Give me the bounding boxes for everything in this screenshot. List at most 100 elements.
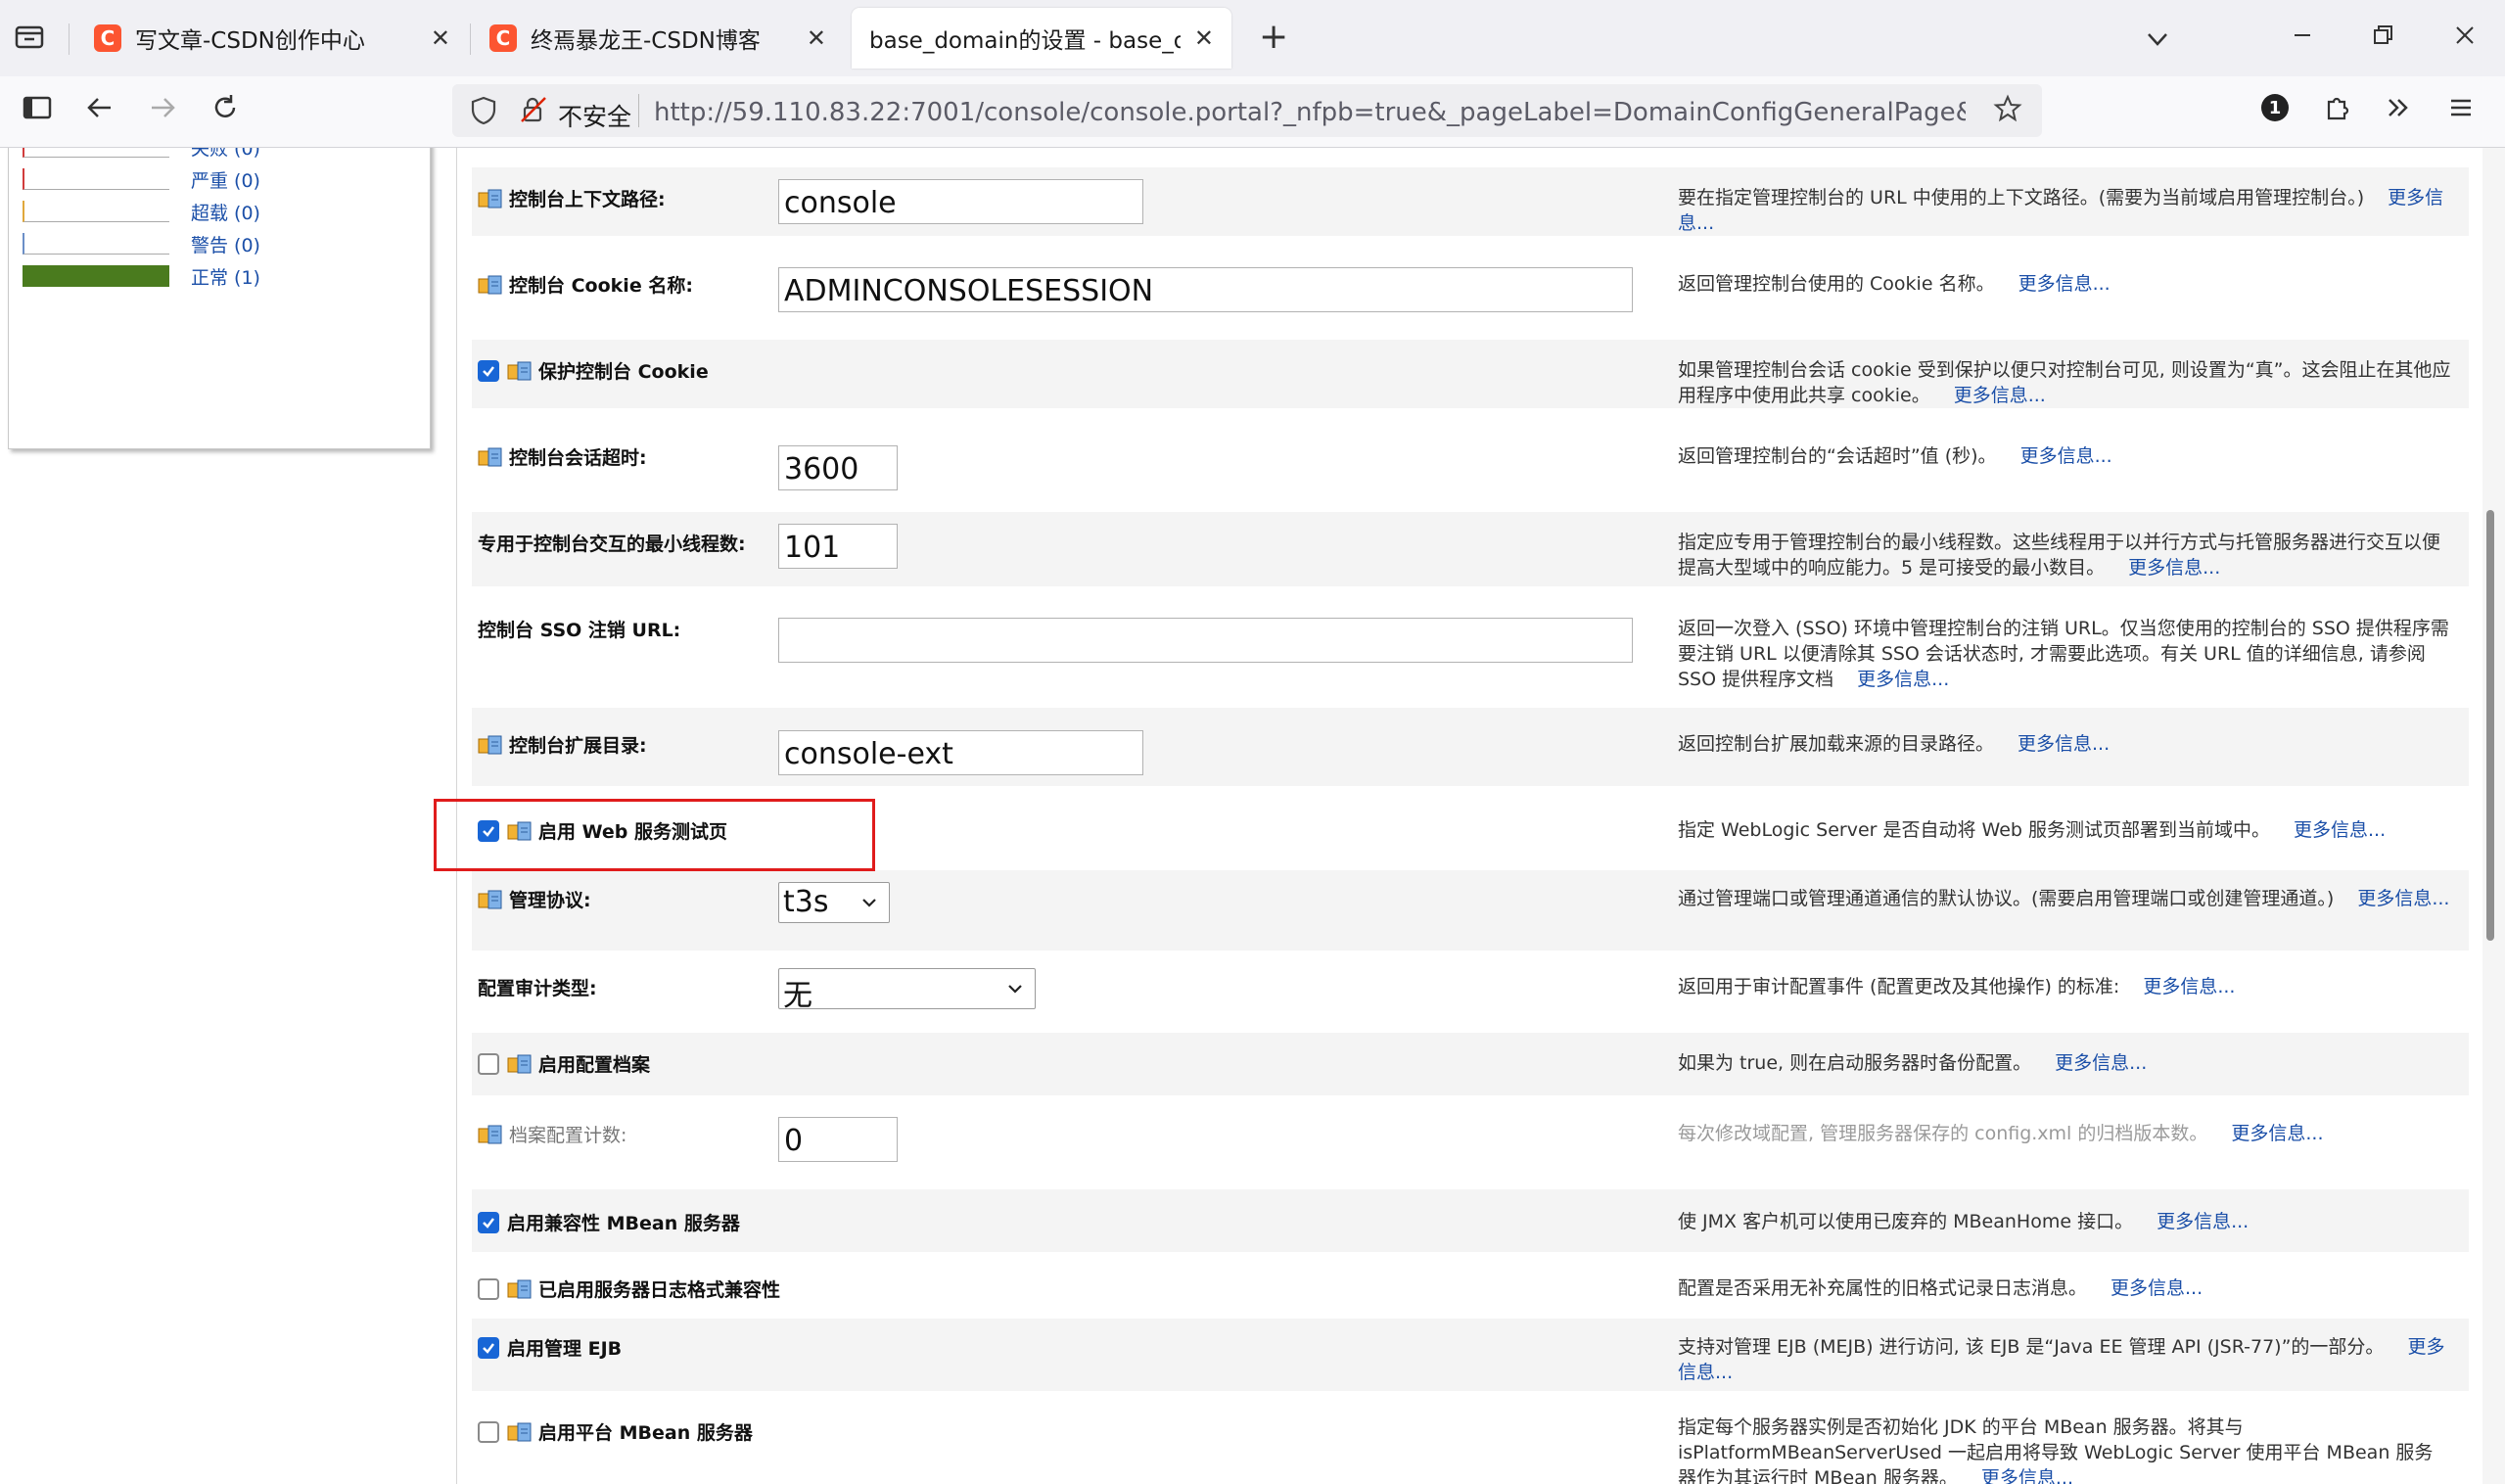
console-cookie-name-input[interactable]: ADMINCONSOLESESSION bbox=[778, 267, 1633, 312]
setting-row: 已启用服务器日志格式兼容性 配置是否采用无补充属性的旧格式记录日志消息。 更多信息… bbox=[472, 1258, 2469, 1317]
sso-logout-url-input[interactable] bbox=[778, 618, 1633, 663]
select-value: t3s bbox=[783, 885, 829, 919]
more-info-link[interactable]: 更多信息... bbox=[1981, 1467, 2073, 1484]
tab-csdn-editor[interactable]: C 写文章-CSDN创作中心 ✕ bbox=[76, 8, 468, 69]
dynamic-lock-icon bbox=[507, 361, 532, 380]
select-value: 无 bbox=[783, 979, 812, 1013]
description-text: 指定应专用于管理控制台的最小线程数。这些线程用于以并行方式与托管服务器进行交互以… bbox=[1678, 532, 2441, 579]
setting-label: 控制台会话超时: bbox=[478, 443, 647, 470]
console-context-path-input[interactable]: console bbox=[778, 179, 1143, 224]
setting-label-text: 管理协议: bbox=[509, 890, 591, 911]
menu-hamburger-icon[interactable] bbox=[2445, 92, 2477, 128]
address-bar[interactable]: 不安全 http://59.110.83.22:7001/console/con… bbox=[452, 84, 2042, 137]
compatibility-mbean-server-checkbox[interactable] bbox=[478, 1211, 499, 1233]
health-bar bbox=[23, 265, 169, 287]
vertical-scrollbar[interactable] bbox=[2482, 148, 2505, 1484]
health-label[interactable]: 正常 (1) bbox=[191, 263, 260, 290]
management-ejb-checkbox[interactable] bbox=[478, 1336, 499, 1359]
more-info-link[interactable]: 更多信息... bbox=[2143, 976, 2235, 997]
admin-protocol-select[interactable]: t3s bbox=[778, 882, 890, 923]
back-arrow-icon[interactable] bbox=[84, 92, 116, 128]
config-archive-checkbox[interactable] bbox=[478, 1052, 499, 1075]
setting-description: 每次修改域配置, 管理服务器保存的 config.xml 的归档版本数。 更多信息… bbox=[1678, 1121, 2451, 1146]
setting-label-text: 控制台 Cookie 名称: bbox=[509, 275, 693, 297]
tab-csdn-blog[interactable]: C 终焉暴龙王-CSDN博客 ✕ bbox=[472, 8, 844, 69]
health-label[interactable]: 严重 (0) bbox=[191, 166, 260, 193]
reload-icon[interactable] bbox=[209, 92, 241, 128]
annotation-highlight-box bbox=[434, 799, 875, 871]
tab-base-domain[interactable]: base_domain的设置 - base_domain - WLS控制台 ✕ bbox=[852, 8, 1231, 69]
setting-description: 支持对管理 EJB (MEJB) 进行访问, 该 EJB 是“Java EE 管… bbox=[1678, 1334, 2451, 1385]
chevron-down-icon bbox=[1008, 985, 1022, 994]
description-text: 返回控制台扩展加载来源的目录路径。 bbox=[1678, 733, 1995, 755]
url-text[interactable]: http://59.110.83.22:7001/console/console… bbox=[654, 98, 1966, 127]
more-info-link[interactable]: 更多信息... bbox=[2055, 1052, 2147, 1074]
close-window-icon[interactable] bbox=[2451, 22, 2479, 55]
restore-window-icon[interactable] bbox=[2369, 22, 2396, 55]
tab-title: base_domain的设置 - base_domain - WLS控制台 bbox=[869, 28, 1181, 54]
setting-label: 启用管理 EJB bbox=[478, 1334, 622, 1361]
console-extension-dir-input[interactable]: console-ext bbox=[778, 730, 1143, 775]
more-info-link[interactable]: 更多信息... bbox=[2294, 819, 2386, 841]
tab-close-icon[interactable]: ✕ bbox=[431, 24, 450, 52]
health-label[interactable]: 失败 (0) bbox=[191, 148, 260, 161]
tracking-shield-icon[interactable] bbox=[470, 96, 497, 132]
tab-list-icon[interactable] bbox=[14, 22, 45, 59]
more-info-link[interactable]: 更多信息... bbox=[2128, 557, 2220, 579]
more-info-link[interactable]: 更多信息... bbox=[2157, 1211, 2249, 1232]
dynamic-lock-icon bbox=[507, 1054, 532, 1073]
scrollbar-thumb[interactable] bbox=[2486, 510, 2494, 941]
protect-console-cookie-checkbox[interactable] bbox=[478, 359, 499, 382]
extension-badge-icon[interactable]: 1 bbox=[2261, 94, 2289, 121]
platform-mbean-server-checkbox[interactable] bbox=[478, 1420, 499, 1443]
more-info-link[interactable]: 更多信息... bbox=[1857, 669, 1949, 690]
tab-overflow-chevron-icon[interactable] bbox=[2144, 25, 2171, 59]
description-text: 每次修改域配置, 管理服务器保存的 config.xml 的归档版本数。 bbox=[1678, 1123, 2208, 1144]
setting-row: 控制台 Cookie 名称: ADMINCONSOLESESSION 返回管理控… bbox=[472, 254, 2469, 330]
health-label[interactable]: 超载 (0) bbox=[191, 199, 260, 225]
min-threads-input[interactable]: 101 bbox=[778, 524, 898, 569]
setting-label-text: 控制台 SSO 注销 URL: bbox=[478, 620, 681, 641]
archive-config-count-input[interactable]: 0 bbox=[778, 1117, 898, 1162]
sidebar-toggle-icon[interactable] bbox=[22, 92, 53, 128]
more-info-link[interactable]: 更多信息... bbox=[1954, 385, 2046, 406]
setting-description: 指定 WebLogic Server 是否自动将 Web 服务测试页部署到当前域… bbox=[1678, 817, 2451, 843]
health-label[interactable]: 警告 (0) bbox=[191, 231, 260, 257]
forward-arrow-icon bbox=[147, 92, 178, 128]
dynamic-lock-icon bbox=[478, 189, 502, 208]
insecure-lock-icon[interactable] bbox=[519, 95, 548, 131]
config-audit-type-select[interactable]: 无 bbox=[778, 968, 1036, 1013]
browser-tab-bar: C 写文章-CSDN创作中心 ✕ C 终焉暴龙王-CSDN博客 ✕ base_d… bbox=[0, 0, 2505, 76]
more-info-link[interactable]: 更多信息... bbox=[2231, 1123, 2323, 1144]
new-tab-button[interactable]: + bbox=[1259, 20, 1288, 55]
setting-row: 启用兼容性 MBean 服务器 使 JMX 客户机可以使用已废弃的 MBeanH… bbox=[472, 1189, 2469, 1252]
tab-close-icon[interactable]: ✕ bbox=[807, 24, 826, 52]
tab-close-icon[interactable]: ✕ bbox=[1194, 24, 1214, 52]
more-info-link[interactable]: 更多信息... bbox=[2018, 273, 2111, 295]
bookmark-star-icon[interactable] bbox=[1993, 94, 2022, 131]
setting-label: 管理协议: bbox=[478, 886, 591, 912]
description-text: 通过管理端口或管理通道通信的默认协议。(需要启用管理端口或创建管理通道。) bbox=[1678, 888, 2335, 909]
health-bar bbox=[23, 168, 169, 190]
minimize-window-icon[interactable] bbox=[2289, 22, 2316, 55]
extensions-puzzle-icon[interactable] bbox=[2322, 92, 2353, 128]
health-bar bbox=[23, 233, 169, 255]
dynamic-lock-icon bbox=[478, 735, 502, 754]
description-text: 使 JMX 客户机可以使用已废弃的 MBeanHome 接口。 bbox=[1678, 1211, 2134, 1232]
setting-description: 通过管理端口或管理通道通信的默认协议。(需要启用管理端口或创建管理通道。) 更多信… bbox=[1678, 886, 2451, 911]
more-info-link[interactable]: 更多信息... bbox=[2018, 733, 2110, 755]
setting-description: 指定应专用于管理控制台的最小线程数。这些线程用于以并行方式与托管服务器进行交互以… bbox=[1678, 530, 2451, 580]
more-info-link[interactable]: 更多信息... bbox=[2020, 445, 2112, 467]
console-session-timeout-input[interactable]: 3600 bbox=[778, 445, 898, 490]
more-info-link[interactable]: 更多信息... bbox=[2111, 1277, 2203, 1299]
setting-row: 配置审计类型: 无 返回用于审计配置事件 (配置更改及其他操作) 的标准: 更多信… bbox=[472, 956, 2469, 1027]
log-format-compatibility-checkbox[interactable] bbox=[478, 1277, 499, 1300]
security-status-label[interactable]: 不安全 bbox=[558, 98, 631, 133]
more-info-link[interactable]: 更多信息... bbox=[2357, 888, 2449, 909]
csdn-icon: C bbox=[94, 24, 121, 52]
description-text: 配置是否采用无补充属性的旧格式记录日志消息。 bbox=[1678, 1277, 2088, 1299]
dynamic-lock-icon bbox=[507, 1279, 532, 1298]
more-tools-chevron-icon[interactable] bbox=[2383, 92, 2414, 128]
setting-label-text: 控制台扩展目录: bbox=[509, 735, 647, 757]
setting-description: 配置是否采用无补充属性的旧格式记录日志消息。 更多信息... bbox=[1678, 1275, 2451, 1301]
